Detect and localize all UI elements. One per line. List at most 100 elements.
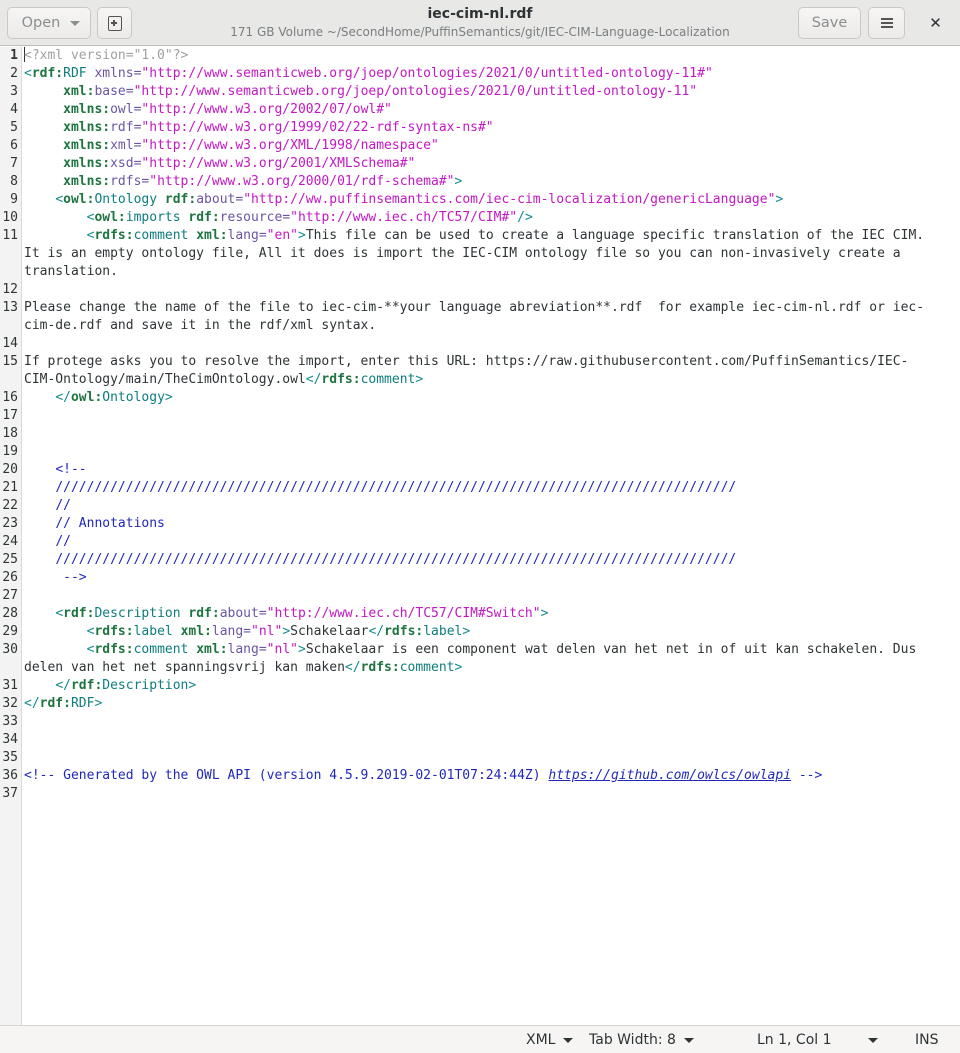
code-token: about= [219,606,267,621]
code-token: ////////////////////////////////////////… [55,552,737,567]
line-number: 19 [2,444,18,459]
code-token: translation. [24,264,118,279]
code-token: RDF [63,66,95,81]
code-token: lang= [227,642,267,657]
code-token: <!-- [55,462,87,477]
code-token: "en" [266,228,298,243]
line-number: 14 [2,336,18,351]
text-view[interactable]: <?xml version="1.0"?> <rdf:RDF xmlns="htt… [24,47,954,803]
code-token: label [423,624,463,639]
line-number: 25 [2,552,18,567]
code-token: rdf: [31,66,64,81]
code-token: "http://www.semanticweb.org/joep/ontolog… [133,84,698,99]
code-token: "nl" [266,642,298,657]
tab-width-selector[interactable]: Tab Width: 8 [589,1031,694,1049]
code-token[interactable]: https://github.com/owlcs/owlapi [548,768,791,783]
window-title: iec-cim-nl.rdf [427,6,533,22]
code-token: comment [399,660,455,675]
code-token: > [188,678,197,693]
code-token: rdf= [110,120,142,135]
code-token: xmlns: [63,138,111,153]
code-token: owl: [63,192,95,207]
code-token: > [462,624,471,639]
code-line: translation. [24,263,954,281]
code-token: "http://www.w3.org/2002/07/owl#" [141,102,392,117]
code-line: ////////////////////////////////////////… [24,479,954,497]
code-line: xmlns:xsd="http://www.w3.org/2001/XMLSch… [24,155,954,173]
window-title-block: iec-cim-nl.rdf 171 GB Volume ~/SecondHom… [180,5,780,40]
line-number: 31 [2,678,18,693]
save-button[interactable]: Save [798,7,861,39]
code-token: </ [55,678,71,693]
code-line: xmlns:owl="http://www.w3.org/2002/07/owl… [24,101,954,119]
code-token: // [55,498,71,513]
code-token: If protege asks you to resolve the impor… [24,354,909,369]
language-selector[interactable]: XML [526,1031,574,1049]
insert-mode-indicator[interactable]: INS [915,1031,939,1049]
code-line: xml:base="http://www.semanticweb.org/joe… [24,83,954,101]
code-line: xmlns:xml="http://www.w3.org/XML/1998/na… [24,137,954,155]
code-token: </ [344,660,361,675]
code-token: /> [517,210,533,225]
line-number: 26 [2,570,18,585]
code-token: cim-de.rdf and save it in the rdf/xml sy… [24,318,377,333]
code-token: < [24,66,32,81]
code-token: "nl" [251,624,283,639]
code-token: label [133,624,181,639]
code-line: <rdfs:label xml:lang="nl">Schakelaar</rd… [24,623,954,641]
insert-mode-label: INS [915,1032,939,1048]
code-token: --> [63,570,87,585]
open-button[interactable]: Open [7,7,91,39]
code-line: <!-- [24,461,954,479]
new-tab-button[interactable] [97,7,132,39]
close-button[interactable]: ✕ [917,7,954,39]
line-number: 27 [2,588,18,603]
line-number: 8 [10,174,18,189]
code-token: rdf: [63,606,95,621]
code-token: // [55,534,71,549]
code-token: lang= [227,228,267,243]
code-token: resource= [219,210,291,225]
chevron-down-icon [683,1037,694,1043]
code-token: < [55,192,64,207]
line-number: 4 [10,102,18,117]
code-token: xml= [110,138,142,153]
code-token: "http://www.w3.org/1999/02/22-rdf-syntax… [141,120,494,135]
code-line: <rdf:Description rdf:about="http://www.i… [24,605,954,623]
code-token: "http://www.semanticweb.org/joep/ontolog… [141,66,713,81]
code-line: xmlns:rdfs="http://www.w3.org/2000/01/rd… [24,173,954,191]
code-token: "http://www.iec.ch/TC57/CIM#Switch" [266,606,541,621]
line-number: 35 [2,750,18,765]
line-number: 13 [2,300,18,315]
editor-area[interactable]: 1 2 3 4 5 6 7 8 9 10 11 12 13 14 15 16 17 18 19 20 21 22 23 24 2… [0,47,960,1025]
line-number: 32 [2,696,18,711]
menu-button[interactable] [868,7,905,39]
code-token: Schakelaar [290,624,369,639]
cursor-position-selector[interactable]: Ln 1, Col 1 [757,1031,878,1049]
line-number: 21 [2,480,18,495]
code-token: ////////////////////////////////////////… [55,480,737,495]
line-number: 9 [10,192,18,207]
chevron-down-icon [563,1037,574,1043]
code-token: imports [125,210,189,225]
code-line: <?xml version="1.0"?> [24,47,954,65]
code-token: This file can be used to create a langua… [305,228,925,243]
code-token: "http://www.w3.org/2001/XMLSchema#" [141,156,416,171]
code-line: cim-de.rdf and save it in the rdf/xml sy… [24,317,954,335]
